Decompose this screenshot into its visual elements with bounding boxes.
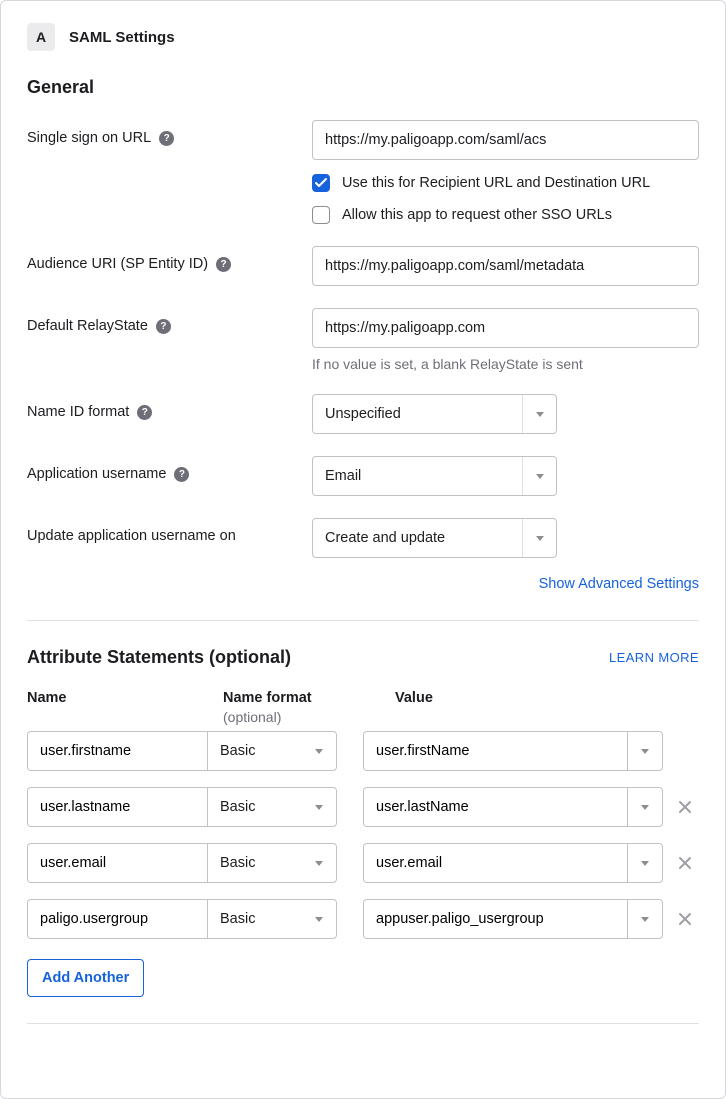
app-username-label: Application username	[27, 466, 166, 482]
name-id-format-value: Unspecified	[325, 406, 401, 422]
field-sso-url: Single sign on URL ? Use this for Recipi…	[27, 120, 699, 224]
attribute-statements-heading: Attribute Statements (optional)	[27, 647, 291, 668]
attribute-row: Basic	[27, 843, 699, 883]
saml-settings-panel: A SAML Settings General Single sign on U…	[0, 0, 726, 1099]
attr-format-select[interactable]: Basic	[207, 787, 337, 827]
field-default-relaystate: Default RelayState ? If no value is set,…	[27, 308, 699, 372]
attr-format-value: Basic	[220, 743, 255, 759]
learn-more-link[interactable]: LEARN MORE	[609, 650, 699, 665]
help-icon[interactable]: ?	[137, 405, 152, 420]
col-format-header: Name format	[223, 690, 343, 706]
attr-value-input[interactable]	[363, 899, 627, 939]
divider	[27, 1023, 699, 1024]
attr-value-dropdown[interactable]	[627, 731, 663, 771]
col-name-header: Name	[27, 690, 207, 706]
sso-url-input[interactable]	[312, 120, 699, 160]
attribute-row: Basic	[27, 899, 699, 939]
col-format-sub: (optional)	[223, 709, 343, 725]
name-id-format-label: Name ID format	[27, 404, 129, 420]
remove-row-icon[interactable]	[671, 800, 699, 814]
chevron-down-icon	[302, 900, 336, 938]
audience-uri-label: Audience URI (SP Entity ID)	[27, 256, 208, 272]
attr-value-input[interactable]	[363, 731, 627, 771]
help-icon[interactable]: ?	[156, 319, 171, 334]
chevron-down-icon	[522, 395, 556, 433]
show-advanced-settings-link[interactable]: Show Advanced Settings	[539, 576, 699, 592]
attr-format-select[interactable]: Basic	[207, 843, 337, 883]
default-relaystate-input[interactable]	[312, 308, 699, 348]
update-username-on-label: Update application username on	[27, 528, 236, 544]
update-username-on-select[interactable]: Create and update	[312, 518, 557, 558]
field-name-id-format: Name ID format ? Unspecified	[27, 394, 699, 434]
attr-format-select[interactable]: Basic	[207, 731, 337, 771]
attr-name-input[interactable]	[27, 787, 207, 827]
allow-other-sso-checkbox[interactable]	[312, 206, 330, 224]
attribute-row: Basic	[27, 787, 699, 827]
default-relaystate-hint: If no value is set, a blank RelayState i…	[312, 356, 699, 372]
help-icon[interactable]: ?	[216, 257, 231, 272]
panel-header: A SAML Settings	[27, 23, 699, 51]
attr-value-dropdown[interactable]	[627, 843, 663, 883]
help-icon[interactable]: ?	[159, 131, 174, 146]
audience-uri-input[interactable]	[312, 246, 699, 286]
general-heading: General	[27, 77, 699, 98]
help-icon[interactable]: ?	[174, 467, 189, 482]
attribute-row: Basic	[27, 731, 699, 771]
attr-format-value: Basic	[220, 855, 255, 871]
attr-value-dropdown[interactable]	[627, 787, 663, 827]
chevron-down-icon	[302, 788, 336, 826]
field-update-username-on: Update application username on Create an…	[27, 518, 699, 558]
use-for-recipient-label: Use this for Recipient URL and Destinati…	[342, 175, 650, 191]
attr-format-value: Basic	[220, 799, 255, 815]
attr-format-value: Basic	[220, 911, 255, 927]
field-audience-uri: Audience URI (SP Entity ID) ?	[27, 246, 699, 286]
attr-value-input[interactable]	[363, 787, 627, 827]
allow-other-sso-label: Allow this app to request other SSO URLs	[342, 207, 612, 223]
allow-other-sso-row: Allow this app to request other SSO URLs	[312, 206, 699, 224]
chevron-down-icon	[522, 457, 556, 495]
attribute-column-headers: Name Name format (optional) Value	[27, 690, 699, 725]
update-username-on-value: Create and update	[325, 530, 445, 546]
remove-row-icon[interactable]	[671, 912, 699, 926]
attr-name-input[interactable]	[27, 899, 207, 939]
add-another-button[interactable]: Add Another	[27, 959, 144, 997]
chevron-down-icon	[302, 732, 336, 770]
name-id-format-select[interactable]: Unspecified	[312, 394, 557, 434]
col-value-header: Value	[395, 690, 699, 725]
chevron-down-icon	[302, 844, 336, 882]
use-for-recipient-checkbox[interactable]	[312, 174, 330, 192]
sso-url-label: Single sign on URL	[27, 130, 151, 146]
app-username-select[interactable]: Email	[312, 456, 557, 496]
use-for-recipient-row: Use this for Recipient URL and Destinati…	[312, 174, 699, 192]
step-badge: A	[27, 23, 55, 51]
attr-value-input[interactable]	[363, 843, 627, 883]
attr-format-select[interactable]: Basic	[207, 899, 337, 939]
field-app-username: Application username ? Email	[27, 456, 699, 496]
panel-title: SAML Settings	[69, 29, 175, 46]
attr-name-input[interactable]	[27, 731, 207, 771]
app-username-value: Email	[325, 468, 361, 484]
attr-value-dropdown[interactable]	[627, 899, 663, 939]
divider	[27, 620, 699, 621]
attr-name-input[interactable]	[27, 843, 207, 883]
default-relaystate-label: Default RelayState	[27, 318, 148, 334]
remove-row-icon[interactable]	[671, 856, 699, 870]
chevron-down-icon	[522, 519, 556, 557]
